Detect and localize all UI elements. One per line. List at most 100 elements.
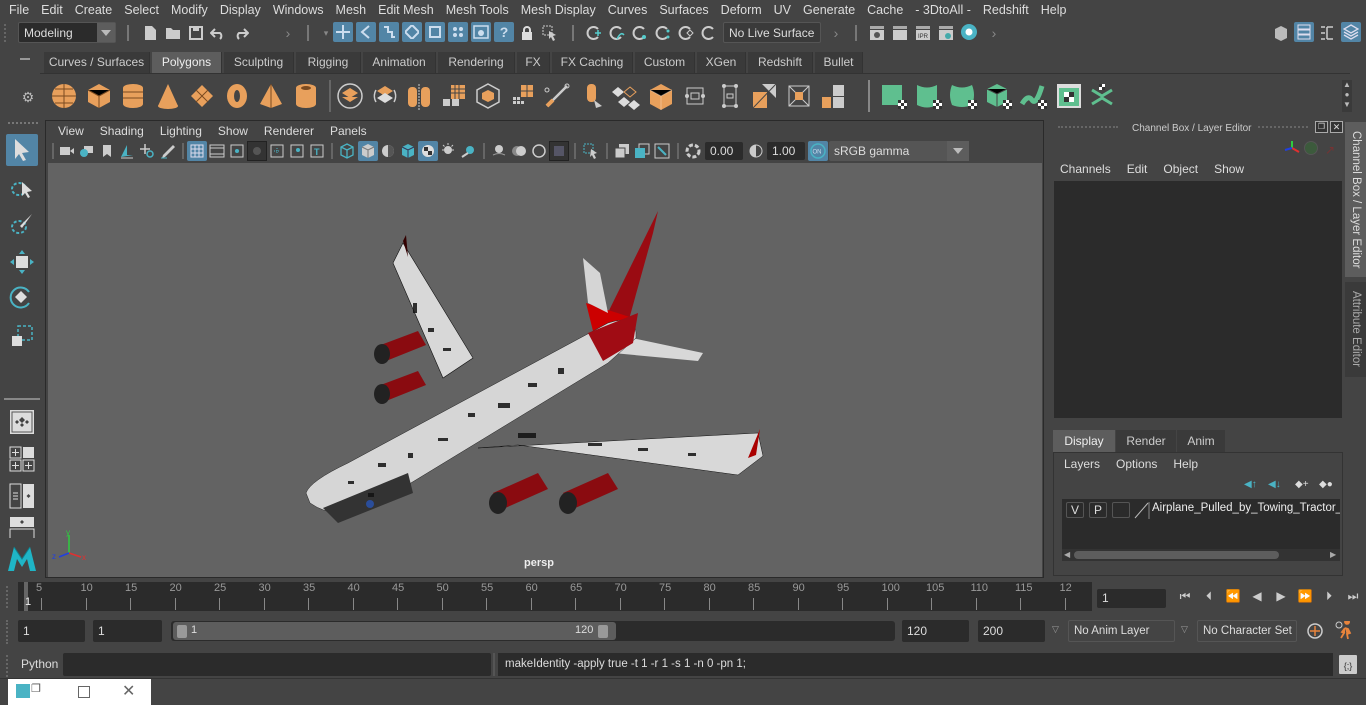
rotate-tool[interactable]	[6, 282, 38, 314]
chevron-down-icon[interactable]: ▽	[1181, 624, 1188, 635]
scroll-left-icon[interactable]: ◀	[1064, 550, 1070, 559]
render-current-frame-icon[interactable]	[890, 23, 910, 43]
resolution-gate-icon[interactable]	[227, 141, 247, 161]
poly-cylinder-icon[interactable]	[119, 82, 147, 110]
ipr-render-icon[interactable]: IPR	[913, 23, 933, 43]
horizontal-scrollbar[interactable]: ◀ ▶	[1062, 549, 1340, 561]
menu-file[interactable]: File	[3, 0, 35, 20]
lock-icon[interactable]	[517, 23, 537, 43]
move-layer-down-icon[interactable]: ◀↓	[1268, 479, 1281, 490]
restore-icon[interactable]: ❐	[31, 682, 41, 695]
scrollbar-thumb[interactable]	[1074, 551, 1279, 559]
menu-options[interactable]: Options	[1116, 457, 1173, 471]
select-tool[interactable]	[6, 134, 38, 166]
shelf-tab-polygons[interactable]: Polygons	[152, 52, 222, 73]
use-all-lights-icon[interactable]	[438, 141, 458, 161]
grid-toggle-icon[interactable]	[187, 141, 207, 161]
wireframe-icon[interactable]	[337, 141, 357, 161]
live-surface-field[interactable]: No Live Surface	[723, 22, 821, 43]
go-to-end-icon[interactable]: ⏭	[1343, 589, 1363, 604]
auto-key-icon[interactable]	[1306, 622, 1324, 643]
smooth-icon[interactable]	[440, 82, 468, 110]
scroll-thumb[interactable]: ●	[1342, 90, 1352, 100]
menu-channels[interactable]: Channels	[1060, 162, 1119, 176]
expand-arrow-icon[interactable]: ›	[826, 23, 846, 43]
scale-tool[interactable]	[6, 320, 38, 352]
menu-redshift[interactable]: Redshift	[977, 0, 1035, 20]
camera-icon[interactable]	[57, 141, 77, 161]
mode-select[interactable]: Modeling	[18, 22, 116, 43]
textured-icon[interactable]	[418, 141, 438, 161]
viewport-menu-show[interactable]: Show	[210, 124, 256, 138]
modeling-toolkit-icon[interactable]	[1271, 23, 1291, 43]
toolbar-grip[interactable]	[4, 24, 8, 42]
viewport-menu-panels[interactable]: Panels	[322, 124, 375, 138]
menu-show[interactable]: Show	[1206, 162, 1252, 176]
exposure-field[interactable]: 0.00	[705, 142, 743, 160]
render-settings-icon[interactable]	[471, 22, 491, 42]
append-icon[interactable]	[716, 82, 744, 110]
shelf-tab-xgen[interactable]: XGen	[697, 52, 746, 73]
undo-icon[interactable]	[208, 23, 228, 43]
menu-surfaces[interactable]: Surfaces	[653, 0, 714, 20]
display-type-toggle[interactable]	[1112, 502, 1130, 518]
menu-help[interactable]: Help	[1035, 0, 1073, 20]
two-view-layout[interactable]	[6, 516, 38, 538]
shelf-tab-bullet[interactable]: Bullet	[815, 52, 863, 73]
menu-deform[interactable]: Deform	[715, 0, 768, 20]
viewport-menu-renderer[interactable]: Renderer	[256, 124, 322, 138]
bevel-icon[interactable]	[647, 82, 675, 110]
extrude-icon[interactable]	[578, 82, 606, 110]
snap-to-point-icon[interactable]	[630, 23, 650, 43]
tab-anim[interactable]: Anim	[1177, 430, 1225, 452]
multi-cut-icon[interactable]	[543, 82, 571, 110]
timeline-grip[interactable]	[6, 586, 10, 608]
motion-blur-icon[interactable]	[652, 141, 672, 161]
menu-display[interactable]: Display	[214, 0, 267, 20]
command-input[interactable]	[63, 653, 491, 676]
step-forward-key-icon[interactable]: ⏩	[1295, 589, 1315, 604]
color-management-toggle[interactable]: ON	[808, 141, 828, 161]
character-set-select[interactable]: No Character Set	[1197, 620, 1297, 642]
open-scene-icon[interactable]	[163, 23, 183, 43]
3d-viewport[interactable]: y x z persp	[48, 163, 1042, 577]
shelf-menu-icon[interactable]	[20, 58, 30, 68]
animation-preferences-icon[interactable]	[1335, 619, 1355, 644]
planar-uv-icon[interactable]	[880, 82, 908, 110]
exposure-icon[interactable]	[683, 141, 703, 161]
2d-pan-zoom-icon[interactable]	[137, 141, 157, 161]
poly-torus-icon[interactable]	[223, 82, 251, 110]
viewport-menu-lighting[interactable]: Lighting	[152, 124, 210, 138]
shadows-icon[interactable]	[458, 141, 478, 161]
grease-pencil-icon[interactable]	[157, 141, 177, 161]
menu-edit[interactable]: Edit	[35, 0, 69, 20]
uv-editor-icon[interactable]	[1055, 82, 1083, 110]
expand-arrow-icon[interactable]: ›	[984, 23, 1004, 43]
make-live-icon[interactable]	[676, 23, 696, 43]
help-icon[interactable]: ?	[494, 22, 514, 42]
menu-create[interactable]: Create	[69, 0, 119, 20]
shelf-tab-rendering[interactable]: Rendering	[438, 52, 515, 73]
manipulator-icon[interactable]	[1284, 140, 1300, 159]
shelf-tab-curves-surfaces[interactable]: Curves / Surfaces	[44, 52, 150, 73]
panel-grip[interactable]	[1258, 126, 1308, 128]
tab-channel-box[interactable]: Channel Box / Layer Editor	[1345, 122, 1366, 277]
tab-display[interactable]: Display	[1053, 430, 1115, 452]
menu-mesh[interactable]: Mesh	[330, 0, 373, 20]
menu-modify[interactable]: Modify	[165, 0, 214, 20]
isolate-select-icon[interactable]	[581, 141, 601, 161]
poly-pipe-icon[interactable]	[292, 82, 320, 110]
render-view-icon[interactable]	[867, 23, 887, 43]
color-space-select[interactable]: sRGB gamma	[829, 141, 969, 161]
range-end-handle[interactable]	[598, 625, 608, 638]
menu-generate[interactable]: Generate	[797, 0, 861, 20]
mirror-icon[interactable]	[405, 82, 433, 110]
anim-end-field[interactable]: 200	[978, 620, 1045, 642]
poly-cube-icon[interactable]	[85, 82, 113, 110]
viewport-menu-shading[interactable]: Shading	[92, 124, 152, 138]
menu-windows[interactable]: Windows	[267, 0, 330, 20]
current-frame-field[interactable]: 1	[1097, 589, 1166, 608]
end-time-field[interactable]: 120	[902, 620, 969, 642]
start-time-field[interactable]: 1	[18, 620, 85, 642]
script-language-toggle[interactable]: Python	[21, 657, 58, 671]
